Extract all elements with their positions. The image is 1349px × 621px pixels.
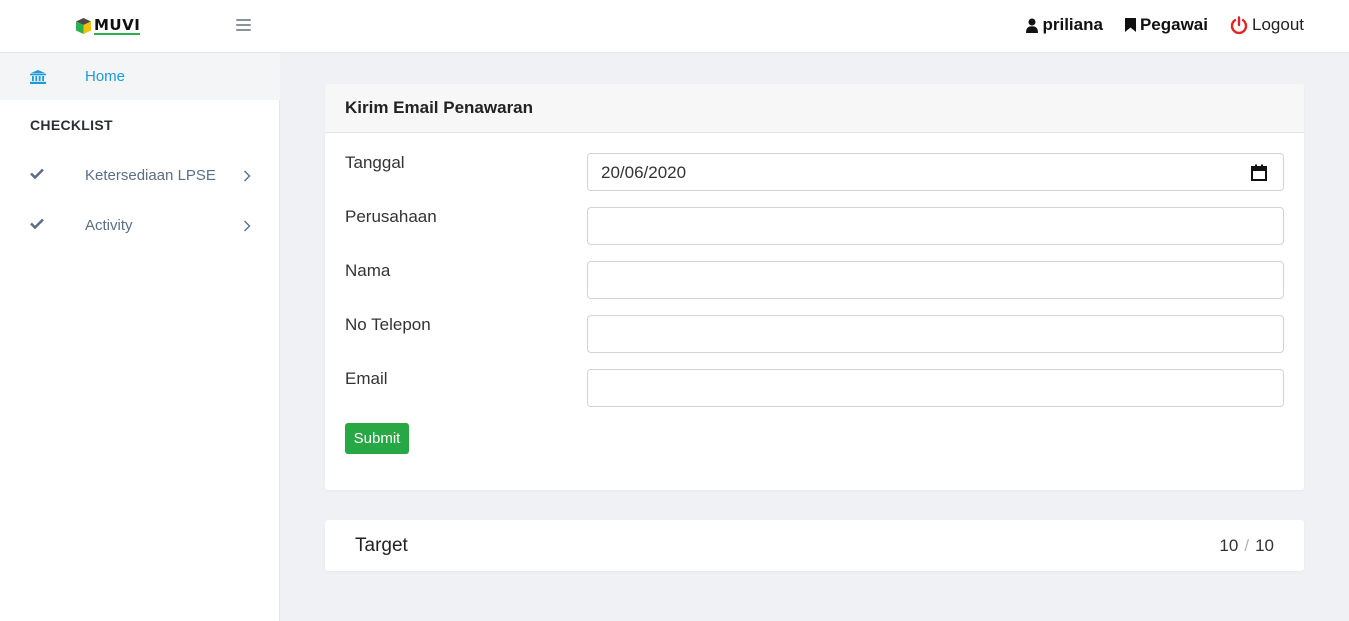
bank-icon	[30, 70, 46, 84]
brand-logo[interactable]: MUVI	[75, 16, 141, 36]
target-total: 10	[1255, 536, 1274, 555]
role-link[interactable]: Pegawai	[1124, 15, 1208, 35]
sidebar-item-label: Ketersediaan LPSE	[85, 167, 216, 184]
user-profile-link[interactable]: priliana	[1026, 15, 1103, 35]
perusahaan-label: Perusahaan	[345, 207, 437, 226]
top-navbar: MUVI priliana Pegawai Logout	[0, 0, 1349, 53]
no-telepon-label: No Telepon	[345, 315, 431, 334]
card-title: Kirim Email Penawaran	[325, 84, 1304, 133]
tanggal-date-input[interactable]: 20/06/2020	[587, 153, 1284, 191]
power-icon	[1230, 15, 1248, 34]
target-label: Target	[355, 535, 408, 556]
sidebar-item-label: Activity	[85, 217, 133, 234]
cube-logo-icon	[76, 18, 91, 34]
target-counter: 10 / 10	[1219, 536, 1274, 556]
chevron-right-icon	[244, 220, 251, 232]
email-offer-form-card: Kirim Email Penawaran Tanggal 20/06/2020…	[325, 84, 1304, 490]
logout-label: Logout	[1252, 15, 1304, 34]
sidebar: Home CHECKLIST Ketersediaan LPSE Activit…	[0, 53, 280, 621]
tanggal-value: 20/06/2020	[601, 163, 687, 182]
target-card: Target 10 / 10	[325, 520, 1304, 571]
target-separator: /	[1244, 536, 1250, 555]
sidebar-item-ketersediaan-lpse[interactable]: Ketersediaan LPSE	[0, 155, 280, 195]
submit-button[interactable]: Submit	[345, 423, 409, 454]
perusahaan-input[interactable]	[587, 207, 1284, 245]
sidebar-item-activity[interactable]: Activity	[0, 205, 280, 245]
email-input[interactable]	[587, 369, 1284, 407]
check-icon	[30, 218, 44, 229]
user-name: priliana	[1042, 15, 1103, 34]
sidebar-item-home[interactable]: Home	[0, 53, 280, 100]
target-current: 10	[1219, 536, 1239, 555]
user-menu: priliana Pegawai Logout	[1026, 15, 1304, 35]
role-label: Pegawai	[1139, 15, 1208, 34]
chevron-right-icon	[244, 170, 251, 182]
bookmark-icon	[1124, 18, 1136, 32]
logo-text: MUVI	[94, 16, 141, 35]
nama-label: Nama	[345, 261, 391, 280]
sidebar-item-label: Home	[85, 68, 126, 85]
tanggal-label: Tanggal	[345, 153, 405, 172]
email-label: Email	[345, 369, 388, 388]
check-icon	[30, 168, 44, 179]
user-icon	[1026, 18, 1039, 33]
menu-toggle-icon[interactable]	[236, 19, 251, 32]
sidebar-section-title: CHECKLIST	[30, 117, 113, 133]
nama-input[interactable]	[587, 261, 1284, 299]
logout-button[interactable]: Logout	[1230, 15, 1304, 35]
calendar-icon[interactable]	[1251, 164, 1267, 181]
no-telepon-input[interactable]	[587, 315, 1284, 353]
